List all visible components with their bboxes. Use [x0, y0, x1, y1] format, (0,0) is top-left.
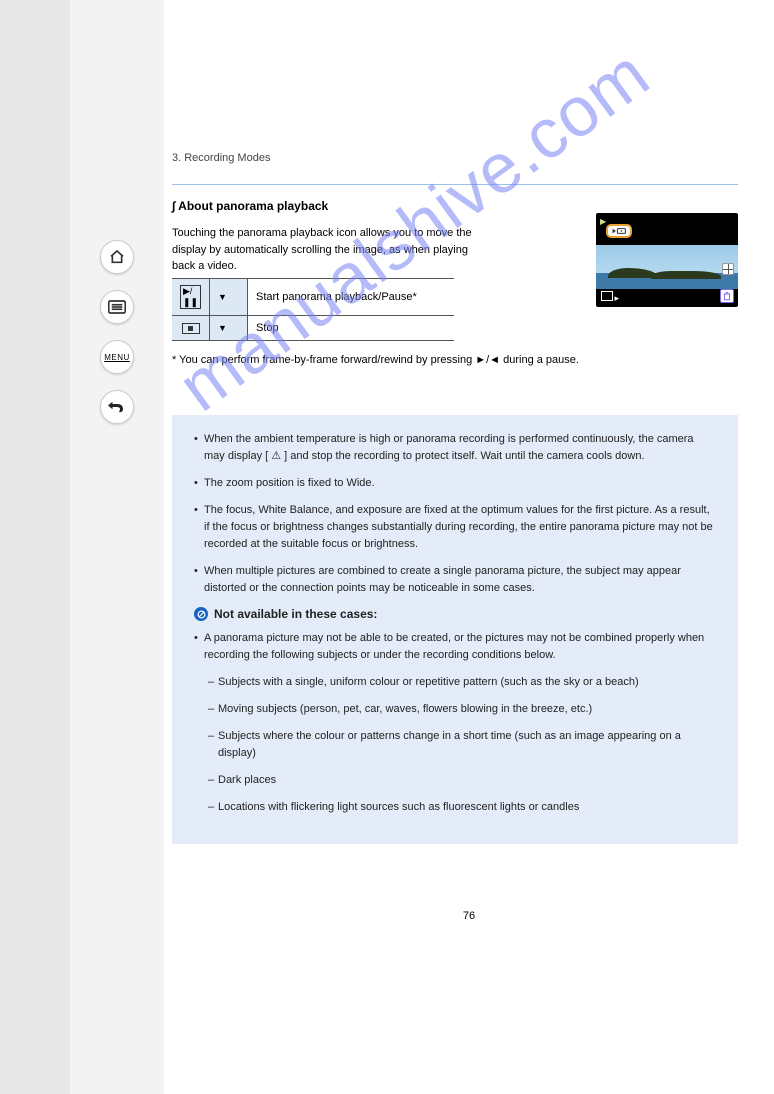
sidebar: MENU: [70, 0, 164, 1094]
page-number: 76: [164, 910, 774, 922]
list-item: –Dark places: [208, 772, 716, 789]
trash-icon: [720, 289, 734, 303]
home-icon: [109, 249, 125, 265]
list-item: –Subjects where the colour or patterns c…: [208, 728, 716, 762]
list-item: •When multiple pictures are combined to …: [194, 563, 716, 597]
toc-button[interactable]: [100, 290, 134, 324]
stop-icon: [182, 323, 200, 334]
section-title: ∫ About panorama playback: [172, 199, 328, 213]
not-available-label: Not available in these cases:: [214, 607, 377, 621]
play-indicator-icon: ▶: [600, 217, 606, 226]
table-row: ▶/❚❚ ▼ Start panorama playback/Pause*: [172, 279, 454, 316]
table-row: ▼ Stop: [172, 316, 454, 341]
controls-table: ▶/❚❚ ▼ Start panorama playback/Pause* ▼ …: [172, 278, 454, 341]
breadcrumb: 3. Recording Modes: [172, 152, 270, 164]
play-pause-cell: ▶/❚❚: [172, 279, 210, 315]
list-item: •The focus, White Balance, and exposure …: [194, 502, 716, 553]
info-box: •When the ambient temperature is high or…: [172, 415, 738, 844]
list-icon: [108, 300, 126, 314]
list-item: •When the ambient temperature is high or…: [194, 431, 716, 465]
key-cell: ▼: [210, 316, 248, 340]
margin-rail: [0, 0, 70, 1094]
back-button[interactable]: [100, 390, 134, 424]
stop-cell: [172, 316, 210, 340]
home-button[interactable]: [100, 240, 134, 274]
thumbnail-icon: [722, 263, 734, 275]
list-item: –Subjects with a single, uniform colour …: [208, 674, 716, 691]
list-item: •A panorama picture may not be able to b…: [194, 630, 716, 664]
list-item: –Moving subjects (person, pet, car, wave…: [208, 701, 716, 718]
key-cell: ▼: [210, 279, 248, 315]
label-cell: Stop: [248, 316, 454, 340]
table-footnote: * You can perform frame-by-frame forward…: [172, 354, 612, 366]
menu-button[interactable]: MENU: [100, 340, 134, 374]
label-cell: Start panorama playback/Pause*: [248, 279, 454, 315]
section-body: Touching the panorama playback icon allo…: [172, 225, 482, 275]
content-area: 3. Recording Modes ∫ About panorama play…: [164, 0, 774, 1094]
snapshot-icon: ▸: [601, 291, 619, 303]
not-available-icon: [194, 607, 208, 621]
menu-label: MENU: [104, 353, 130, 362]
panorama-play-icon: [606, 224, 632, 238]
camera-screenshot: ▶ ▸: [596, 213, 738, 307]
divider: [172, 184, 738, 185]
back-icon: [108, 400, 126, 414]
list-item: –Locations with flickering light sources…: [208, 799, 716, 816]
play-pause-icon: ▶/❚❚: [180, 285, 201, 309]
list-item: •The zoom position is fixed to Wide.: [194, 475, 716, 492]
